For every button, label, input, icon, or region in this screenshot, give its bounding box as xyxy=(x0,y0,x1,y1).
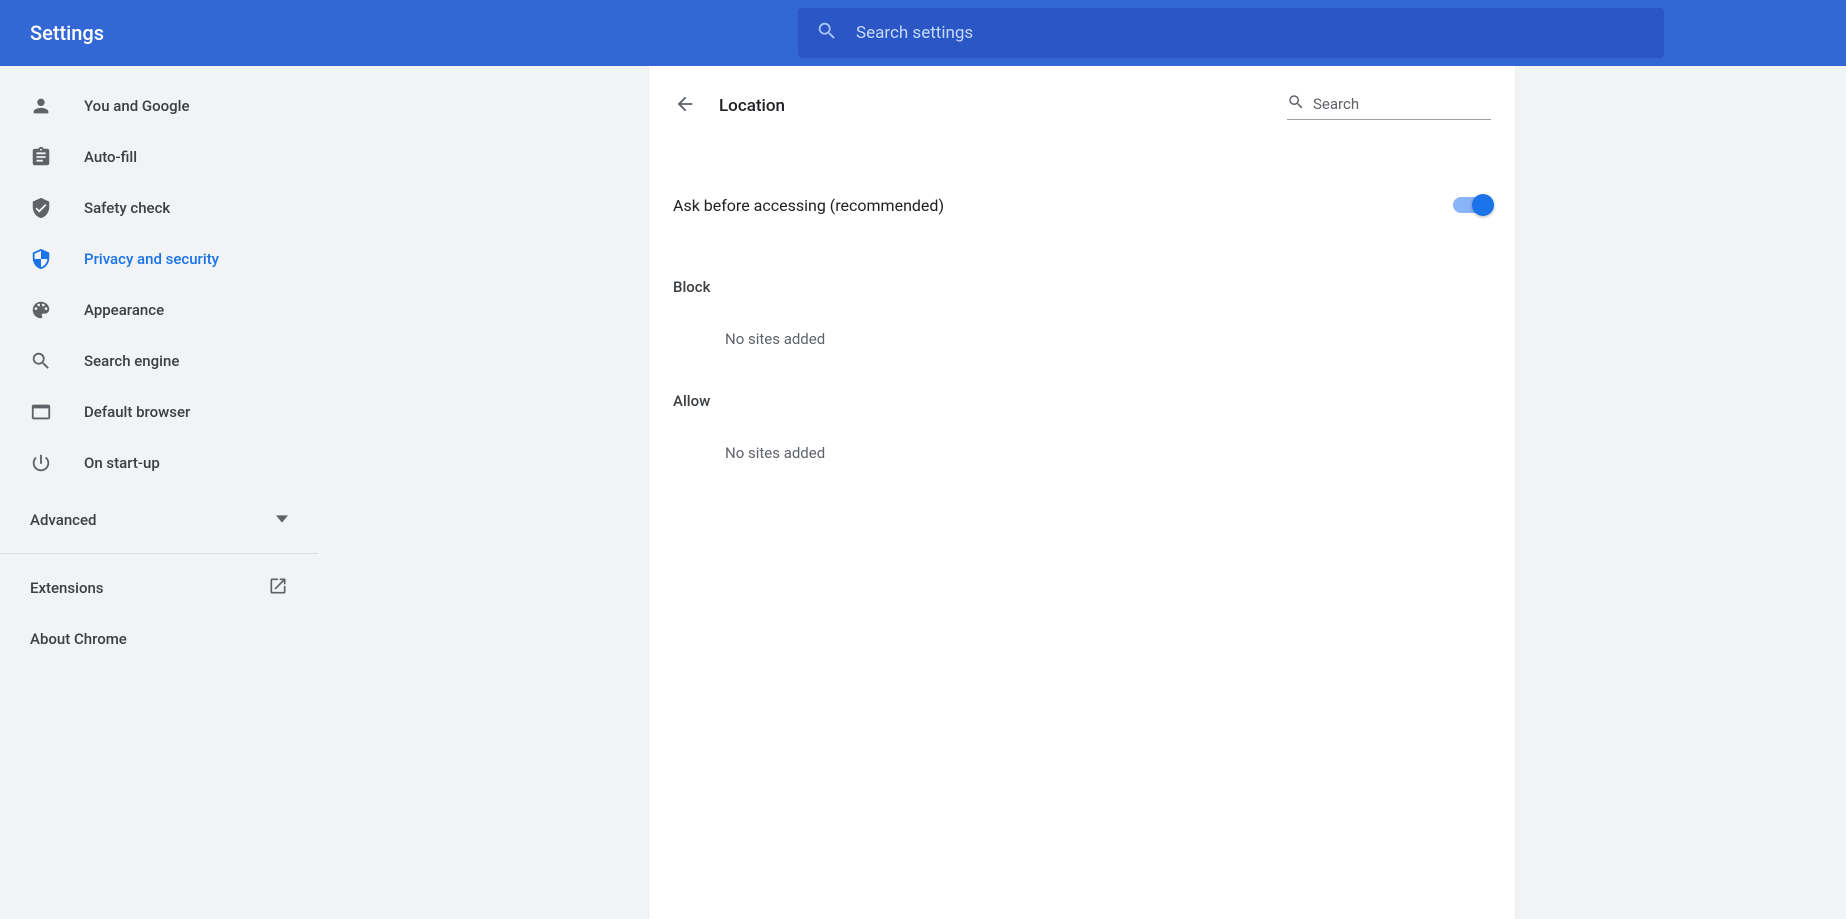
sidebar-item-label: You and Google xyxy=(84,97,189,115)
page-header: Location xyxy=(649,66,1515,136)
content-area: Location Ask before accessing (recommend… xyxy=(318,66,1846,919)
block-section-header: Block xyxy=(673,278,1491,296)
sidebar: You and Google Auto-fill Safety check Pr… xyxy=(0,66,318,919)
open-in-new-icon xyxy=(268,576,288,600)
block-section: Block No sites added xyxy=(649,278,1515,348)
clipboard-icon xyxy=(30,146,52,168)
about-label: About Chrome xyxy=(30,630,127,648)
sidebar-item-privacy-and-security[interactable]: Privacy and security xyxy=(0,233,318,284)
chevron-down-icon xyxy=(276,511,288,529)
search-settings-input[interactable] xyxy=(856,23,1646,43)
ask-before-accessing-row: Ask before accessing (recommended) xyxy=(649,176,1515,234)
allow-section: Allow No sites added xyxy=(649,392,1515,462)
sidebar-item-about-chrome[interactable]: About Chrome xyxy=(0,613,318,664)
extensions-label: Extensions xyxy=(30,579,104,597)
search-settings-field[interactable] xyxy=(798,8,1664,58)
sidebar-item-extensions[interactable]: Extensions xyxy=(0,562,318,613)
sidebar-item-label: Appearance xyxy=(84,301,164,319)
search-icon xyxy=(816,20,838,46)
sidebar-item-auto-fill[interactable]: Auto-fill xyxy=(0,131,318,182)
sidebar-item-search-engine[interactable]: Search engine xyxy=(0,335,318,386)
app-title: Settings xyxy=(30,21,104,45)
sidebar-item-label: Auto-fill xyxy=(84,148,137,166)
block-section-empty: No sites added xyxy=(725,330,1491,348)
search-icon xyxy=(30,350,52,372)
advanced-label: Advanced xyxy=(30,511,96,529)
content-card: Location Ask before accessing (recommend… xyxy=(649,66,1515,919)
search-icon xyxy=(1287,93,1305,115)
browser-icon xyxy=(30,401,52,423)
shield-check-icon xyxy=(30,197,52,219)
sidebar-item-label: Safety check xyxy=(84,199,170,217)
toggle-knob xyxy=(1472,194,1494,216)
sidebar-advanced-toggle[interactable]: Advanced xyxy=(0,494,318,545)
sidebar-item-on-startup[interactable]: On start-up xyxy=(0,437,318,488)
sidebar-item-label: On start-up xyxy=(84,454,160,472)
ask-before-accessing-toggle[interactable] xyxy=(1453,197,1491,213)
page-title: Location xyxy=(719,96,785,116)
person-icon xyxy=(30,95,52,117)
allow-section-header: Allow xyxy=(673,392,1491,410)
page-search-input[interactable] xyxy=(1313,95,1512,113)
palette-icon xyxy=(30,299,52,321)
sidebar-item-label: Default browser xyxy=(84,403,190,421)
sidebar-item-label: Search engine xyxy=(84,352,179,370)
sidebar-divider xyxy=(0,553,318,554)
sidebar-item-you-and-google[interactable]: You and Google xyxy=(0,80,318,131)
app-header: Settings xyxy=(0,0,1846,66)
allow-section-empty: No sites added xyxy=(725,444,1491,462)
power-icon xyxy=(30,452,52,474)
ask-before-accessing-label: Ask before accessing (recommended) xyxy=(673,196,944,215)
page-search-field[interactable] xyxy=(1287,93,1491,120)
shield-icon xyxy=(30,248,52,270)
sidebar-item-default-browser[interactable]: Default browser xyxy=(0,386,318,437)
sidebar-item-appearance[interactable]: Appearance xyxy=(0,284,318,335)
sidebar-item-label: Privacy and security xyxy=(84,250,219,268)
arrow-back-icon xyxy=(674,93,696,119)
back-button[interactable] xyxy=(673,94,697,118)
sidebar-item-safety-check[interactable]: Safety check xyxy=(0,182,318,233)
